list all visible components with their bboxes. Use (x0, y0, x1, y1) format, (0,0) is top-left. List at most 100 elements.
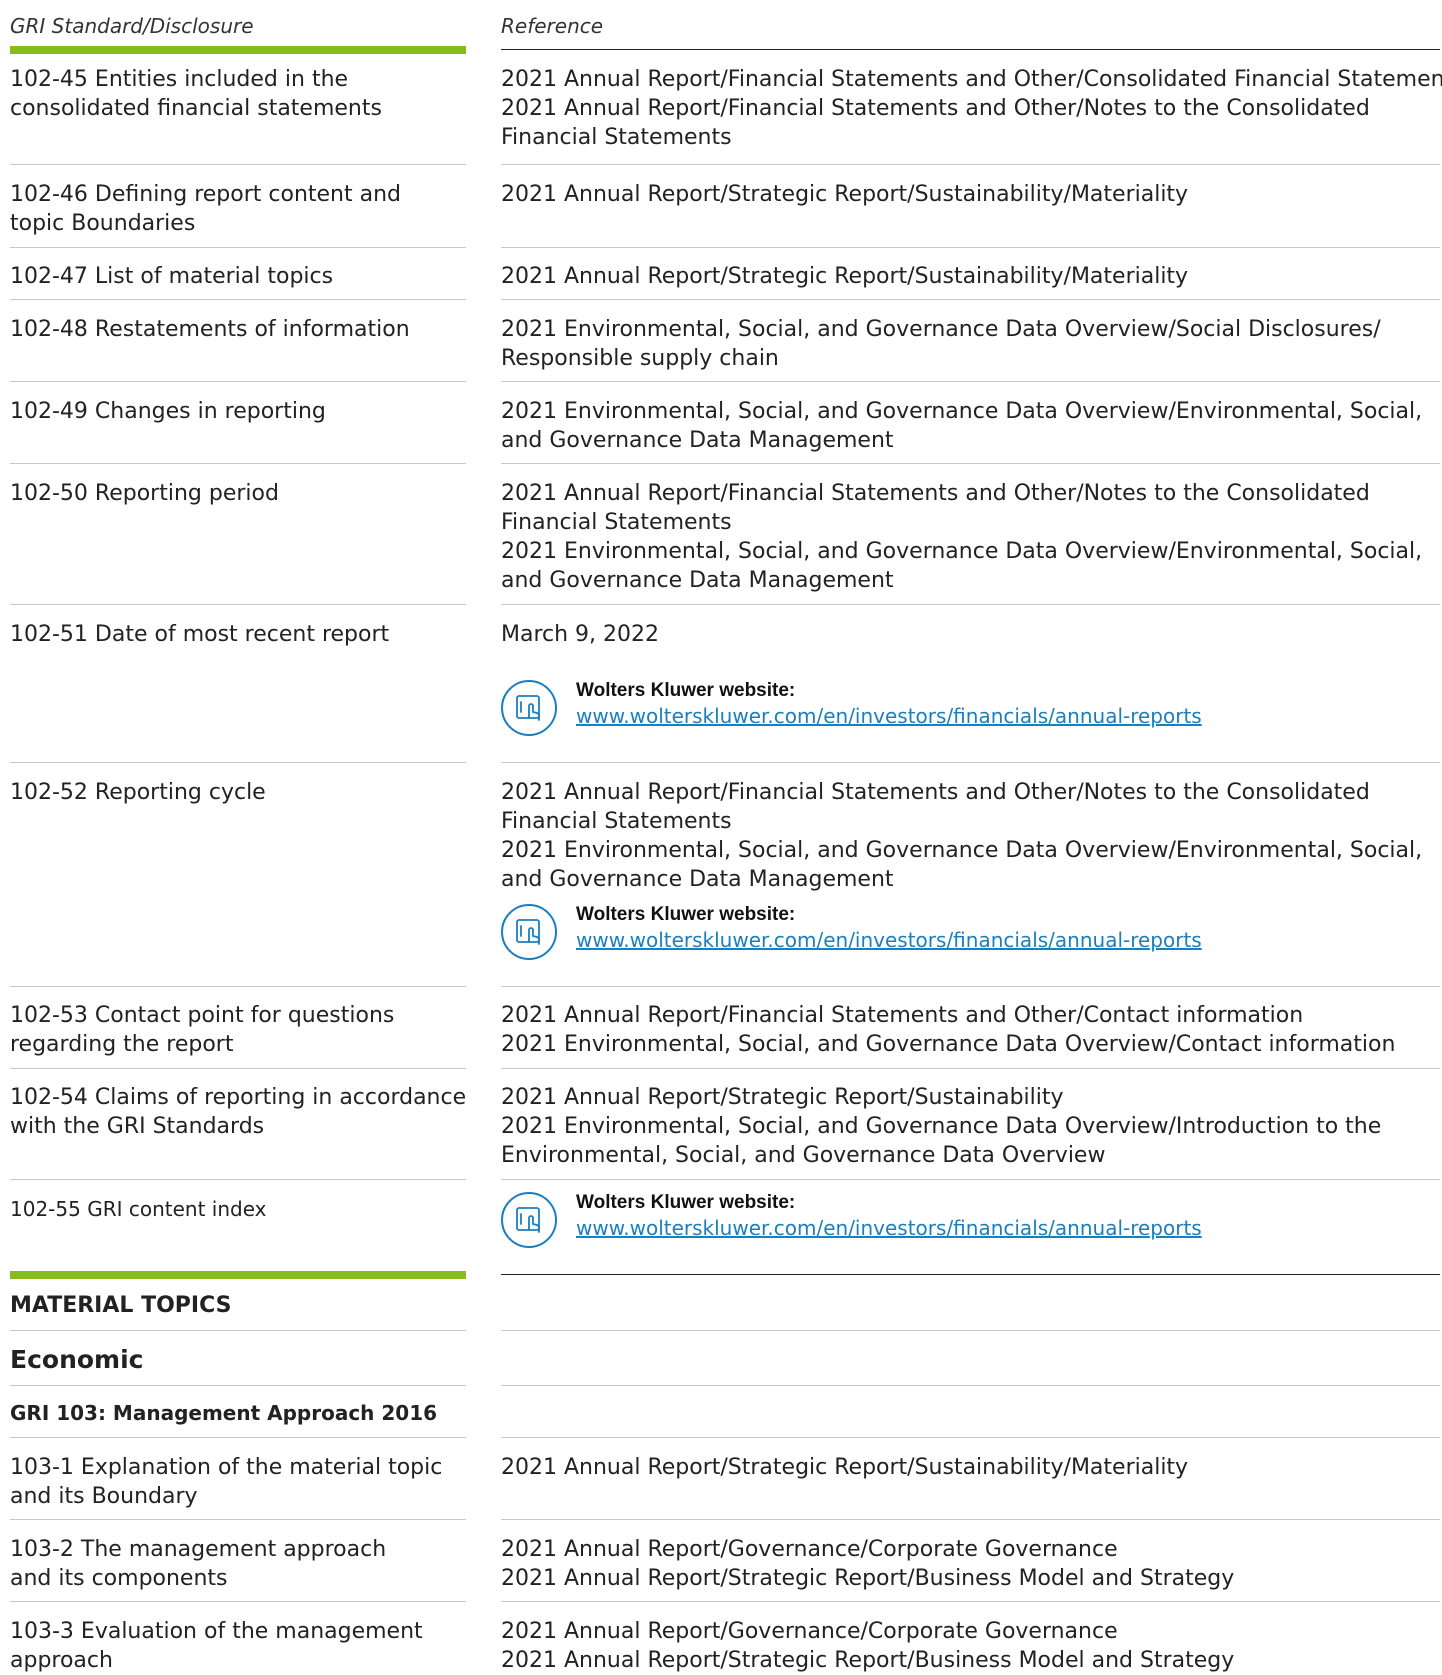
reference-line: Financial Statements (501, 809, 732, 834)
reference-line: 2021 Annual Report/Financial Statements … (501, 780, 1370, 805)
reference-line: 2021 Annual Report/Strategic Report/Sust… (501, 1085, 1064, 1110)
disclosure-line: 102-49 Changes in reporting (10, 399, 326, 424)
disclosure-line: 102-53 Contact point for questions (10, 1003, 395, 1028)
disclosure-103-3: 103-3 Evaluation of the management appro… (10, 1617, 466, 1675)
reference-line: Financial Statements (501, 125, 732, 150)
disclosure-102-54: 102-54 Claims of reporting in accordance… (10, 1083, 466, 1141)
reference-line: 2021 Annual Report/Strategic Report/Busi… (501, 1648, 1235, 1673)
section-accent-bar (10, 1271, 466, 1279)
row-divider (10, 1179, 466, 1180)
row-divider (501, 1330, 1440, 1331)
row-divider (10, 1601, 466, 1602)
disclosure-103-1: 103-1 Explanation of the material topic … (10, 1453, 466, 1511)
tablet-touch-icon (501, 904, 557, 960)
disclosure-line: 102-50 Reporting period (10, 481, 279, 506)
reference-line: 2021 Environmental, Social, and Governan… (501, 317, 1381, 342)
disclosure-line: approach (10, 1648, 113, 1673)
disclosure-line: consolidated financial statements (10, 96, 382, 121)
disclosure-line: 102-48 Restatements of information (10, 317, 410, 342)
disclosure-line: 102-54 Claims of reporting in accordance (10, 1085, 467, 1110)
reference-line: 2021 Annual Report/Governance/Corporate … (501, 1537, 1118, 1562)
section-economic: Economic (10, 1345, 144, 1374)
row-divider (501, 1437, 1440, 1438)
reference-line: and Governance Data Management (501, 568, 894, 593)
reference-line: 2021 Annual Report/Strategic Report/Busi… (501, 1566, 1235, 1591)
section-material-topics: MATERIAL TOPICS (10, 1293, 232, 1318)
disclosure-line: 102-46 Defining report content and (10, 182, 402, 207)
website-link[interactable]: www.wolterskluwer.com/en/investors/finan… (576, 704, 1202, 728)
row-divider (501, 986, 1440, 987)
row-divider (501, 1385, 1440, 1386)
website-link[interactable]: www.wolterskluwer.com/en/investors/finan… (576, 1216, 1202, 1240)
section-divider (501, 1274, 1440, 1275)
header-accent-bar (10, 46, 466, 54)
reference-line: 2021 Annual Report/Financial Statements … (501, 96, 1370, 121)
reference-103-3: 2021 Annual Report/Governance/Corporate … (501, 1617, 1440, 1675)
reference-102-52: 2021 Annual Report/Financial Statements … (501, 778, 1440, 894)
reference-102-47: 2021 Annual Report/Strategic Report/Sust… (501, 262, 1440, 291)
disclosure-line: with the GRI Standards (10, 1114, 265, 1139)
disclosure-line: 102-51 Date of most recent report (10, 622, 390, 647)
column-header-disclosure: GRI Standard/Disclosure (10, 14, 254, 38)
row-divider (501, 604, 1440, 605)
reference-line: 2021 Annual Report/Financial Statements … (501, 67, 1442, 92)
reference-102-49: 2021 Environmental, Social, and Governan… (501, 397, 1440, 455)
reference-102-50: 2021 Annual Report/Financial Statements … (501, 479, 1440, 595)
website-label: Wolters Kluwer website: (576, 680, 796, 701)
reference-line: 2021 Environmental, Social, and Governan… (501, 1032, 1396, 1057)
disclosure-line: regarding the report (10, 1032, 234, 1057)
reference-line: 2021 Annual Report/Strategic Report/Sust… (501, 182, 1189, 207)
row-divider (501, 1519, 1440, 1520)
disclosure-102-48: 102-48 Restatements of information (10, 315, 466, 344)
reference-102-54: 2021 Annual Report/Strategic Report/Sust… (501, 1083, 1440, 1170)
website-link[interactable]: www.wolterskluwer.com/en/investors/finan… (576, 928, 1202, 952)
row-divider (10, 463, 466, 464)
disclosure-102-45: 102-45 Entities included in the consolid… (10, 65, 466, 123)
reference-102-45: 2021 Annual Report/Financial Statements … (501, 65, 1442, 152)
disclosure-line: 103-3 Evaluation of the management (10, 1619, 423, 1644)
row-divider (10, 299, 466, 300)
reference-line: 2021 Environmental, Social, and Governan… (501, 1114, 1382, 1139)
disclosure-102-51: 102-51 Date of most recent report (10, 620, 466, 649)
disclosure-line: 103-2 The management approach (10, 1537, 387, 1562)
reference-103-1: 2021 Annual Report/Strategic Report/Sust… (501, 1453, 1440, 1482)
tablet-touch-icon (501, 1192, 557, 1248)
row-divider (501, 299, 1440, 300)
disclosure-line: 102-45 Entities included in the (10, 67, 349, 92)
disclosure-102-53: 102-53 Contact point for questions regar… (10, 1001, 466, 1059)
disclosure-102-49: 102-49 Changes in reporting (10, 397, 466, 426)
row-divider (501, 164, 1440, 165)
row-divider (10, 381, 466, 382)
section-gri-103: GRI 103: Management Approach 2016 (10, 1401, 438, 1425)
reference-line: 2021 Annual Report/Strategic Report/Sust… (501, 264, 1189, 289)
row-divider (10, 604, 466, 605)
reference-line: Environmental, Social, and Governance Da… (501, 1143, 1106, 1168)
disclosure-line: and its Boundary (10, 1484, 198, 1509)
disclosure-line: and its components (10, 1566, 228, 1591)
website-label: Wolters Kluwer website: (576, 904, 796, 925)
row-divider (501, 1601, 1440, 1602)
disclosure-line: 102-52 Reporting cycle (10, 780, 266, 805)
reference-line: and Governance Data Management (501, 867, 894, 892)
disclosure-102-50: 102-50 Reporting period (10, 479, 466, 508)
reference-line: 2021 Annual Report/Financial Statements … (501, 1003, 1304, 1028)
row-divider (501, 1179, 1440, 1180)
row-divider (10, 1330, 466, 1331)
reference-line: 2021 Annual Report/Financial Statements … (501, 481, 1370, 506)
disclosure-102-47: 102-47 List of material topics (10, 262, 466, 291)
row-divider (501, 247, 1440, 248)
row-divider (10, 1519, 466, 1520)
reference-line: 2021 Environmental, Social, and Governan… (501, 838, 1423, 863)
disclosure-102-46: 102-46 Defining report content and topic… (10, 180, 466, 238)
disclosure-103-2: 103-2 The management approach and its co… (10, 1535, 466, 1593)
reference-line: 2021 Annual Report/Strategic Report/Sust… (501, 1455, 1189, 1480)
header-divider (501, 49, 1440, 50)
disclosure-102-52: 102-52 Reporting cycle (10, 778, 466, 807)
reference-102-46: 2021 Annual Report/Strategic Report/Sust… (501, 180, 1440, 209)
row-divider (10, 762, 466, 763)
disclosure-102-55: 102-55 GRI content index (10, 1195, 466, 1224)
website-label: Wolters Kluwer website: (576, 1192, 796, 1213)
row-divider (501, 463, 1440, 464)
row-divider (10, 164, 466, 165)
reference-line: March 9, 2022 (501, 622, 660, 647)
